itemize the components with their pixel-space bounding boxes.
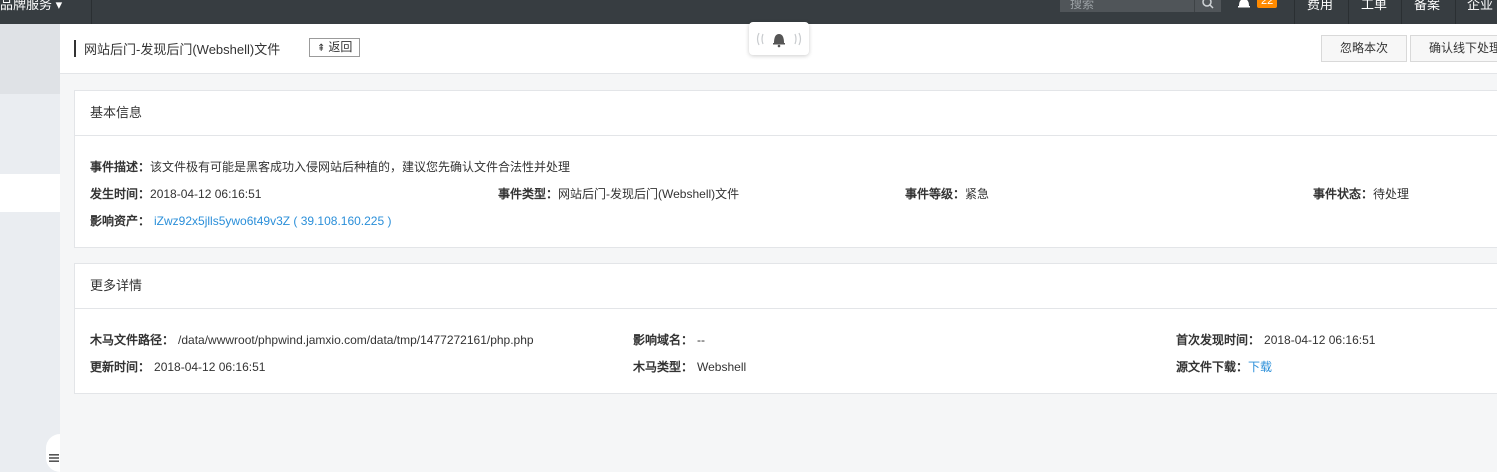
page-title: 网站后门-发现后门(Webshell)文件 bbox=[84, 42, 281, 57]
field-value: Webshell bbox=[697, 360, 747, 374]
title-accent-bar bbox=[74, 40, 76, 57]
topbar-divider bbox=[1348, 0, 1349, 24]
topbar-item-filing[interactable]: 备案 bbox=[1414, 0, 1440, 13]
field-value: 网站后门-发现后门(Webshell)文件 bbox=[558, 187, 740, 201]
topbar-divider bbox=[1401, 0, 1402, 24]
topbar-item-enterprise[interactable]: 企业 bbox=[1467, 0, 1493, 13]
floating-notification[interactable] bbox=[749, 22, 809, 55]
event-description: 事件描述：该文件极有可能是黑客成功入侵网站后种植的，建议您先确认文件合法性并处理 bbox=[90, 158, 570, 175]
field-value: -- bbox=[697, 333, 706, 347]
download-link[interactable]: 下载 bbox=[1248, 360, 1272, 374]
search-button[interactable] bbox=[1194, 0, 1221, 12]
updated-time: 更新时间： 2018-04-12 06:16:51 bbox=[90, 358, 265, 375]
trojan-type: 木马类型： Webshell bbox=[633, 358, 746, 375]
first-found-time: 首次发现时间： 2018-04-12 06:16:51 bbox=[1176, 331, 1375, 348]
more-details-card: 更多详情 木马文件路径：/data/wwwroot/phpwind.jamxio… bbox=[74, 263, 1497, 394]
topbar-divider bbox=[91, 0, 92, 24]
event-level: 事件等级：紧急 bbox=[905, 185, 989, 202]
sidebar-item-active[interactable] bbox=[0, 174, 60, 212]
field-label: 更新时间： bbox=[90, 360, 151, 374]
affected-asset: 影响资产： iZwz92x5jlls5ywo6t49v3Z ( 39.108.16… bbox=[90, 212, 391, 229]
ringing-bell-icon bbox=[756, 32, 802, 48]
confirm-offline-button[interactable]: 确认线下处理 bbox=[1410, 35, 1497, 62]
basic-info-card: 基本信息 事件描述：该文件极有可能是黑客成功入侵网站后种植的，建议您先确认文件合… bbox=[74, 90, 1497, 248]
trojan-file-path: 木马文件路径：/data/wwwroot/phpwind.jamxio.com/… bbox=[90, 331, 534, 348]
source-file-download: 源文件下载：下载 bbox=[1176, 358, 1272, 375]
sidebar-item[interactable] bbox=[0, 24, 60, 94]
field-label: 木马文件路径： bbox=[90, 333, 175, 347]
field-label: 影响域名： bbox=[633, 333, 694, 347]
menu-icon[interactable] bbox=[48, 452, 60, 464]
card-heading: 更多详情 bbox=[75, 264, 1497, 309]
field-label: 源文件下载： bbox=[1176, 360, 1249, 374]
topbar-item-tickets[interactable]: 工单 bbox=[1361, 0, 1387, 13]
search-icon bbox=[1202, 0, 1214, 9]
field-value: 该文件极有可能是黑客成功入侵网站后种植的，建议您先确认文件合法性并处理 bbox=[150, 160, 571, 174]
field-value: /data/wwwroot/phpwind.jamxio.com/data/tm… bbox=[178, 333, 534, 347]
field-label: 事件状态： bbox=[1313, 187, 1374, 201]
asset-link[interactable]: iZwz92x5jlls5ywo6t49v3Z ( 39.108.160.225… bbox=[154, 214, 391, 228]
affected-domain: 影响域名： -- bbox=[633, 331, 705, 348]
back-arrow-icon: ⇞ bbox=[317, 43, 326, 54]
topbar-divider bbox=[1294, 0, 1295, 24]
field-label: 木马类型： bbox=[633, 360, 694, 374]
field-label: 首次发现时间： bbox=[1176, 333, 1261, 347]
notification-count-badge[interactable]: 22 bbox=[1257, 0, 1278, 8]
occurrence-time: 发生时间：2018-04-12 06:16:51 bbox=[90, 185, 261, 202]
back-button[interactable]: ⇞ 返回 bbox=[309, 38, 361, 57]
event-type: 事件类型：网站后门-发现后门(Webshell)文件 bbox=[498, 185, 739, 202]
sidebar bbox=[0, 24, 60, 472]
event-status: 事件状态：待处理 bbox=[1313, 185, 1409, 202]
field-value: 2018-04-12 06:16:51 bbox=[154, 360, 266, 374]
field-value: 2018-04-12 06:16:51 bbox=[150, 187, 262, 201]
field-value: 待处理 bbox=[1373, 187, 1410, 201]
topbar-divider bbox=[1455, 0, 1456, 24]
field-label: 影响资产： bbox=[90, 214, 151, 228]
field-label: 事件描述： bbox=[90, 160, 151, 174]
topbar-item-fees[interactable]: 费用 bbox=[1307, 0, 1333, 13]
back-label: 返回 bbox=[328, 40, 353, 54]
ignore-button[interactable]: 忽略本次 bbox=[1321, 35, 1407, 62]
notification-bell-icon[interactable] bbox=[1236, 0, 1252, 10]
field-value: 紧急 bbox=[965, 187, 990, 201]
field-label: 事件等级： bbox=[905, 187, 966, 201]
field-label: 事件类型： bbox=[498, 187, 559, 201]
search-input[interactable]: 搜索 bbox=[1060, 0, 1204, 12]
top-navbar: 品牌服务 ▾ 搜索 22 费用 工单 备案 企业 bbox=[0, 0, 1497, 24]
card-heading: 基本信息 bbox=[75, 91, 1497, 136]
field-value: 2018-04-12 06:16:51 bbox=[1264, 333, 1376, 347]
service-menu[interactable]: 品牌服务 ▾ bbox=[0, 0, 62, 13]
field-label: 发生时间： bbox=[90, 187, 151, 201]
